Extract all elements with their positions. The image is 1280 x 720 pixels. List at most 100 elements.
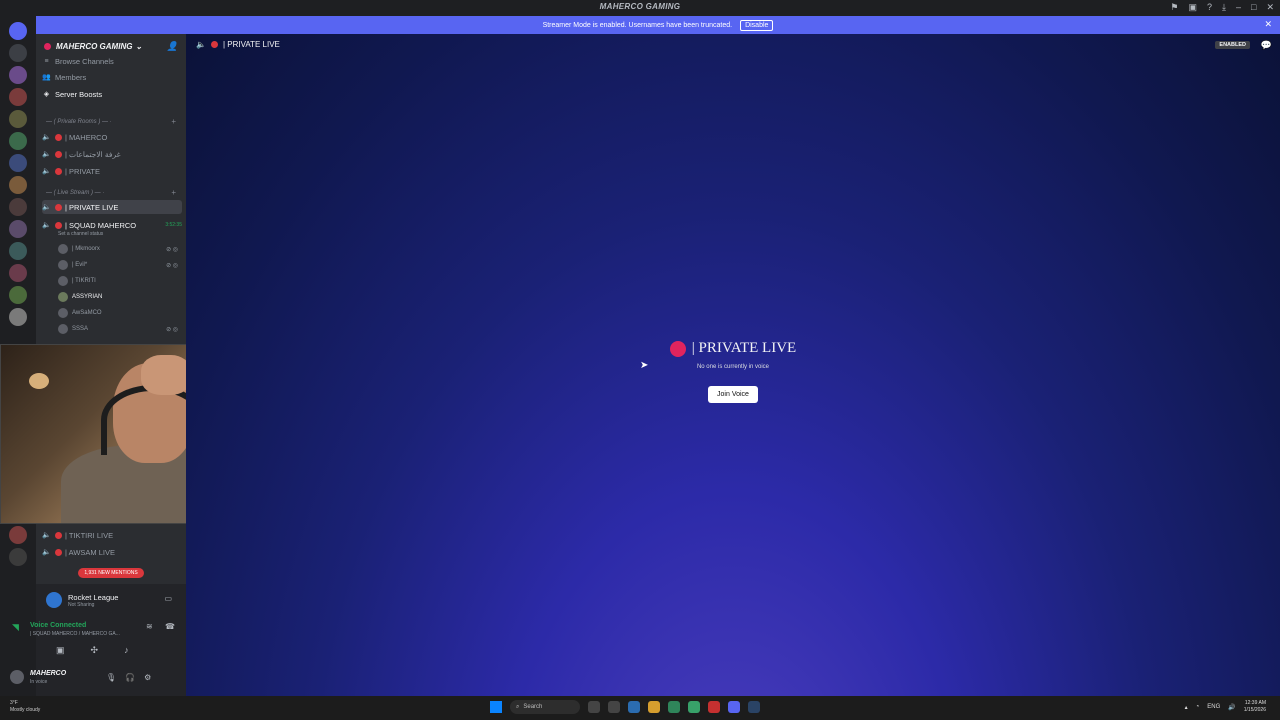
discord-icon[interactable]	[728, 701, 740, 713]
download-icon[interactable]: ⤓	[1222, 2, 1226, 13]
voice-user[interactable]: | Evil*	[58, 260, 87, 270]
voice-user[interactable]: | Mkmoorx	[58, 244, 100, 254]
server-icon[interactable]	[9, 110, 27, 128]
help-icon[interactable]: ?	[1207, 2, 1212, 13]
server-icon[interactable]	[9, 264, 27, 282]
volume-icon[interactable]: 🔊	[1228, 704, 1235, 711]
channel-private-live[interactable]: 🔈 | PRIVATE LIVE	[42, 200, 182, 214]
server-icon[interactable]	[9, 242, 27, 260]
close-icon[interactable]: ✕	[1266, 2, 1274, 13]
inbox-icon[interactable]: ⚑	[1170, 2, 1178, 13]
chevron-down-icon: ⌄	[135, 41, 143, 51]
tray-icon[interactable]: ▴	[1185, 704, 1188, 711]
channel-header-title: | PRIVATE LIVE	[222, 40, 280, 49]
server-icon[interactable]	[9, 220, 27, 238]
voice-user[interactable]: SSSA	[58, 324, 88, 334]
maximize-icon[interactable]: □	[1251, 2, 1256, 13]
channel-private[interactable]: 🔈 | PRIVATE	[42, 164, 182, 178]
voice-user[interactable]: ASSYRIAN	[58, 292, 102, 302]
soundboard-icon[interactable]: ♪	[124, 645, 129, 656]
live-dot-icon	[669, 340, 686, 357]
user-status: In voice	[30, 679, 48, 685]
microphone-icon[interactable]: 🎙	[106, 673, 116, 682]
server-icon[interactable]	[9, 308, 27, 326]
server-icon[interactable]	[9, 154, 27, 172]
channel-awsam-live[interactable]: 🔈 | AWSAM LIVE	[42, 545, 182, 559]
language-indicator[interactable]: ENG	[1207, 704, 1220, 710]
add-channel-icon[interactable]: +	[171, 188, 176, 197]
channel-meeting-room[interactable]: 🔈 | غرفة الاجتماعات	[42, 147, 182, 161]
avatar	[58, 308, 68, 318]
disconnect-icon[interactable]: ☎	[165, 622, 175, 631]
join-voice-button[interactable]: Join Voice	[708, 386, 758, 403]
server-icon[interactable]	[9, 526, 27, 544]
add-channel-icon[interactable]: +	[171, 117, 176, 126]
new-mentions-pill[interactable]: 1,931 NEW MENTIONS	[78, 568, 144, 578]
steam-icon[interactable]	[748, 701, 760, 713]
live-dot-icon	[210, 41, 218, 48]
server-icon[interactable]	[9, 198, 27, 216]
search-icon: ⌕	[516, 703, 520, 710]
channel-header: 🔈 | PRIVATE LIVE	[196, 40, 280, 49]
server-icon[interactable]	[9, 132, 27, 150]
camera-icon[interactable]: ▣	[56, 645, 65, 656]
voice-connected[interactable]: Voice Connected	[30, 622, 86, 629]
speaker-icon: 🔈	[42, 222, 51, 229]
avatar	[58, 324, 68, 334]
voice-empty-text: No one is currently in voice	[696, 364, 770, 370]
taskbar: 3°F Mostly cloudy ⌕ Search ▴ ◔ ENG 🔊 12:3…	[0, 696, 1280, 720]
activities-icon[interactable]: ✣	[91, 645, 99, 656]
channel-tiktiri-live[interactable]: 🔈 | TIKTIRI LIVE	[42, 528, 182, 542]
banner-close-icon[interactable]: ✕	[1264, 19, 1272, 30]
start-icon[interactable]	[490, 701, 502, 713]
username[interactable]: MAHERCO	[30, 670, 66, 677]
wifi-icon[interactable]: ◔	[1196, 704, 1200, 710]
app-icon[interactable]	[668, 701, 680, 713]
server-icon[interactable]	[9, 286, 27, 304]
lamp-shape	[29, 373, 49, 389]
voice-user[interactable]: AwSaMCO	[58, 308, 102, 318]
channel-maherco[interactable]: 🔈 | MAHERCO	[42, 130, 182, 144]
share-screen-icon[interactable]: ▭	[164, 594, 172, 603]
server-icon[interactable]	[9, 88, 27, 106]
add-user-icon[interactable]: 👤	[167, 41, 178, 52]
app-icon[interactable]	[688, 701, 700, 713]
server-icon[interactable]	[9, 176, 27, 194]
members[interactable]: 👥 Members	[42, 70, 182, 84]
muted-icon: ⊘ ◎	[166, 263, 178, 269]
app-icon[interactable]	[588, 701, 600, 713]
chat-icon[interactable]: 💬	[1261, 40, 1272, 51]
hand-shape	[141, 355, 191, 395]
server-icon[interactable]	[9, 66, 27, 84]
taskbar-search[interactable]: ⌕ Search	[510, 700, 580, 714]
speaker-icon: 🔈	[42, 134, 51, 141]
streamer-mode-badge[interactable]: ENABLED	[1215, 41, 1250, 49]
app-icon[interactable]	[628, 701, 640, 713]
server-boosts[interactable]: ◈ Server Boosts	[42, 87, 182, 101]
category-live-stream[interactable]: — ( Live Stream ) — ·	[46, 190, 104, 196]
screen-icon[interactable]: ▣	[1188, 2, 1197, 13]
avatar[interactable]	[10, 670, 24, 684]
channel-squad-maherco[interactable]: 🔈 | SQUAD MAHERCO 3:52:35	[42, 218, 182, 232]
voice-user[interactable]: | TIKRITI	[58, 276, 96, 286]
category-private-rooms[interactable]: — ( Private Rooms ) — ·	[46, 119, 112, 125]
activity[interactable]: Rocket League Not Sharing	[46, 592, 118, 608]
app-icon[interactable]	[608, 701, 620, 713]
minimize-icon[interactable]: –	[1236, 2, 1241, 13]
server-icon[interactable]	[9, 44, 27, 62]
live-dot-icon	[55, 548, 62, 556]
avatar	[58, 276, 68, 286]
disable-button[interactable]: Disable	[740, 19, 774, 31]
home-icon[interactable]	[9, 22, 27, 40]
headphones-icon[interactable]: 🎧	[125, 673, 135, 682]
voice-controls: ▣ ✣ ♪	[46, 645, 186, 656]
weather-widget[interactable]: 3°F Mostly cloudy	[10, 700, 40, 714]
folder-icon[interactable]	[648, 701, 660, 713]
browse-channels[interactable]: ≡ Browse Channels	[42, 54, 182, 68]
noise-suppression-icon[interactable]: ≋	[146, 622, 153, 631]
clock[interactable]: 12:39 AM 1/15/2026	[1244, 700, 1266, 714]
server-icon[interactable]	[9, 548, 27, 566]
chrome-icon[interactable]	[708, 701, 720, 713]
channel-status[interactable]: Set a channel status	[58, 231, 103, 237]
gear-icon[interactable]: ⚙	[144, 673, 151, 682]
